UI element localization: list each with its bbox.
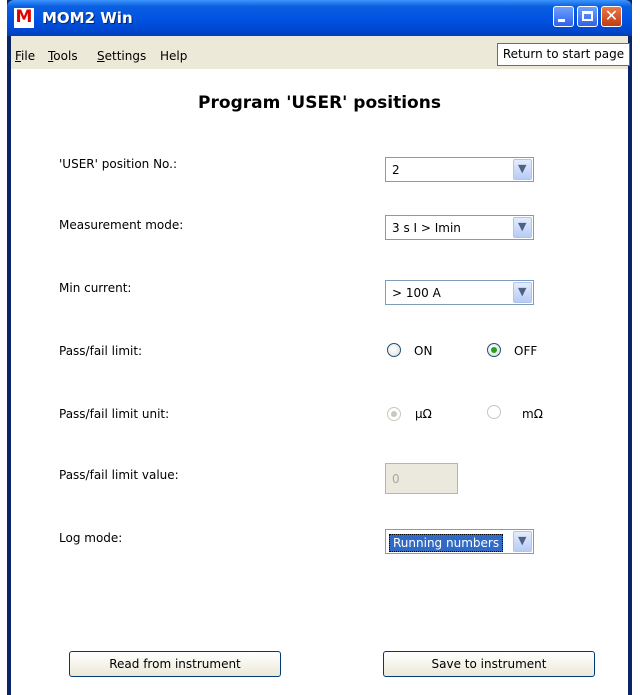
min-current-label: Min current: bbox=[59, 281, 132, 295]
close-icon: ✕ bbox=[604, 6, 619, 25]
minimize-icon bbox=[558, 19, 565, 22]
menu-file-rest: ile bbox=[21, 49, 36, 63]
unit-milli-ohm-radio[interactable] bbox=[487, 405, 501, 419]
minimize-button[interactable] bbox=[553, 6, 574, 27]
page-title: Program 'USER' positions bbox=[198, 93, 441, 113]
menu-help[interactable]: Help bbox=[160, 49, 187, 63]
chevron-down-icon: ▼ bbox=[518, 220, 527, 233]
pass-fail-off-label: OFF bbox=[514, 344, 538, 358]
pass-fail-value-input[interactable]: 0 bbox=[385, 463, 458, 494]
log-mode-label: Log mode: bbox=[59, 531, 123, 545]
window-title: MOM2 Win bbox=[42, 9, 133, 27]
user-position-dropdown-button[interactable]: ▼ bbox=[513, 159, 532, 180]
menu-settings-rest: ettings bbox=[104, 49, 147, 63]
pass-fail-unit-label: Pass/fail limit unit: bbox=[59, 407, 170, 421]
save-to-instrument-button[interactable]: Save to instrument bbox=[383, 651, 595, 677]
unit-micro-ohm-label: μΩ bbox=[415, 407, 432, 421]
maximize-icon bbox=[582, 11, 593, 21]
title-bar[interactable]: M MOM2 Win ✕ bbox=[7, 0, 632, 36]
pass-fail-value-text: 0 bbox=[392, 472, 400, 486]
menu-tools-rest: ools bbox=[53, 49, 78, 63]
app-icon-letter: M bbox=[15, 7, 33, 27]
min-current-value: > 100 A bbox=[392, 286, 441, 300]
chevron-down-icon: ▼ bbox=[518, 162, 527, 175]
pass-fail-on-label: ON bbox=[414, 344, 433, 358]
log-mode-value: Running numbers bbox=[389, 534, 504, 552]
min-current-select[interactable]: > 100 A ▼ bbox=[385, 280, 534, 305]
read-from-instrument-button[interactable]: Read from instrument bbox=[69, 651, 281, 677]
unit-milli-ohm-label: mΩ bbox=[522, 407, 543, 421]
menu-bar: File Tools Settings Help Return to start… bbox=[11, 36, 630, 69]
main-panel: Program 'USER' positions 'USER' position… bbox=[11, 69, 628, 695]
user-position-label: 'USER' position No.: bbox=[59, 157, 178, 171]
log-mode-dropdown-button[interactable]: ▼ bbox=[513, 531, 532, 552]
return-to-start-button[interactable]: Return to start page bbox=[497, 43, 630, 66]
pass-fail-on-radio[interactable] bbox=[387, 343, 401, 357]
measurement-mode-select[interactable]: 3 s I > Imin ▼ bbox=[385, 215, 534, 240]
measurement-mode-label: Measurement mode: bbox=[59, 218, 184, 232]
menu-settings[interactable]: Settings bbox=[97, 49, 146, 63]
measurement-mode-value: 3 s I > Imin bbox=[392, 221, 461, 235]
pass-fail-off-radio[interactable] bbox=[487, 343, 501, 357]
maximize-button[interactable] bbox=[577, 6, 598, 27]
menu-file[interactable]: File bbox=[15, 49, 35, 63]
min-current-dropdown-button[interactable]: ▼ bbox=[513, 282, 532, 303]
app-window: M MOM2 Win ✕ File Tools Settings Help Re… bbox=[7, 0, 632, 695]
close-button[interactable]: ✕ bbox=[601, 6, 622, 27]
pass-fail-value-label: Pass/fail limit value: bbox=[59, 468, 179, 482]
menu-settings-mnemonic: S bbox=[97, 49, 105, 63]
pass-fail-limit-label: Pass/fail limit: bbox=[59, 344, 143, 358]
app-logo-icon[interactable]: M bbox=[14, 7, 34, 28]
chevron-down-icon: ▼ bbox=[518, 534, 527, 547]
log-mode-select[interactable]: Running numbers ▼ bbox=[385, 529, 534, 554]
menu-tools[interactable]: Tools bbox=[48, 49, 78, 63]
measurement-mode-dropdown-button[interactable]: ▼ bbox=[513, 217, 532, 238]
chevron-down-icon: ▼ bbox=[518, 285, 527, 298]
unit-micro-ohm-radio[interactable] bbox=[387, 407, 401, 421]
user-position-value: 2 bbox=[392, 163, 400, 177]
user-position-select[interactable]: 2 ▼ bbox=[385, 157, 534, 182]
